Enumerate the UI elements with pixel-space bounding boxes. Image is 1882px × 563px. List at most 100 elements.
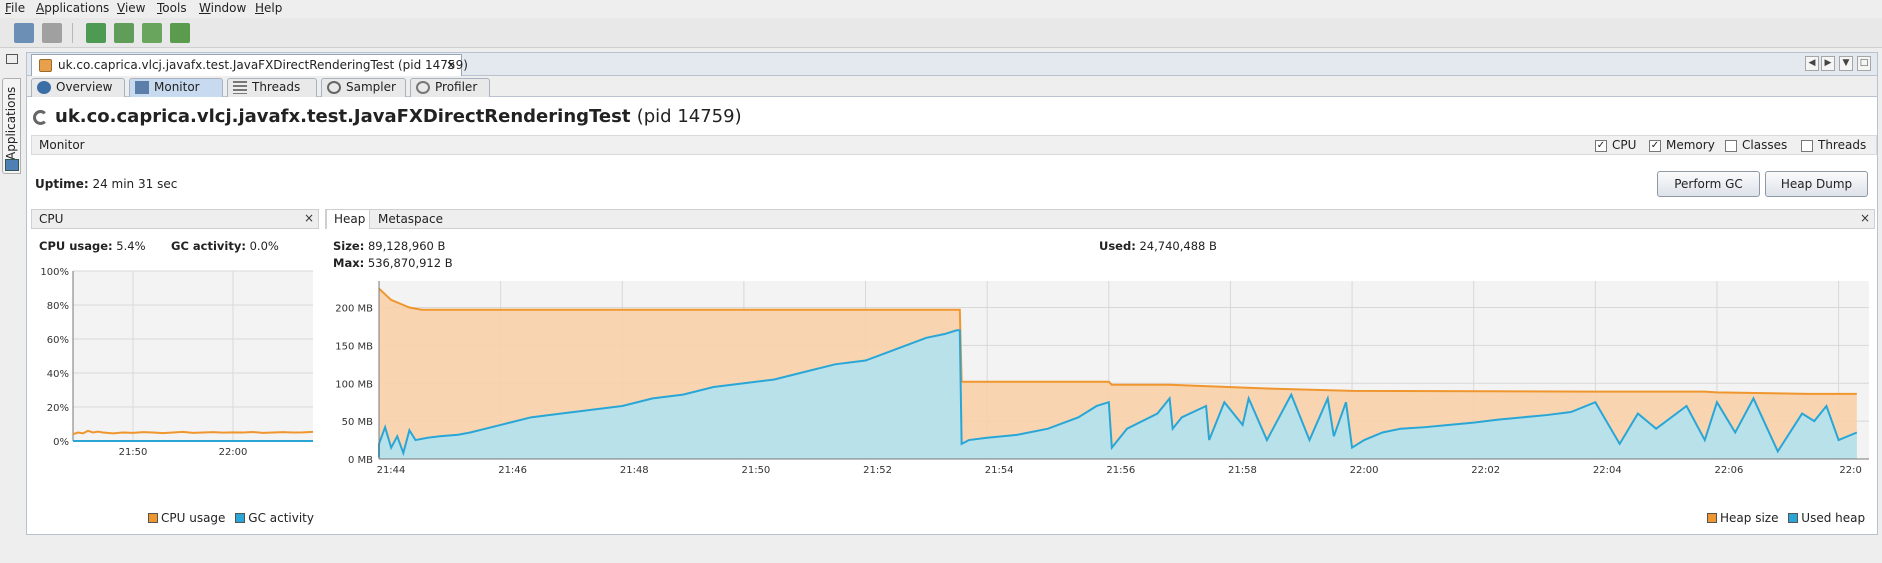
menu-tools[interactable]: Tools <box>157 1 187 15</box>
heap-x-tick-label: 21:52 <box>863 465 892 476</box>
toolbar-separator <box>72 23 73 43</box>
monitor-icon <box>135 81 149 94</box>
document-tab-label: uk.co.caprica.vlcj.javafx.test.JavaFXDir… <box>58 58 468 72</box>
heap-size-stat: Size: 89,128,960 B <box>333 239 445 253</box>
heap-y-tick-label: 50 MB <box>342 417 374 428</box>
uptime: Uptime: 24 min 31 sec <box>35 177 177 191</box>
heap-panel-header: Heap Metaspace × <box>325 209 1875 229</box>
heap-x-tick-label: 21:44 <box>377 465 406 476</box>
tab-heap-label: Heap <box>334 212 366 226</box>
document-tab[interactable]: uk.co.caprica.vlcj.javafx.test.JavaFXDir… <box>31 54 468 76</box>
gc-activity-value: 0.0% <box>249 239 279 253</box>
cpu-y-tick-label: 20% <box>47 403 69 414</box>
heap-legend: Heap size Used heap <box>1707 511 1865 525</box>
memory-checkbox[interactable]: ✓ <box>1649 140 1661 152</box>
menu-bar: File Applications View Tools Window Help <box>0 0 1882 18</box>
cpu-usage-stat: CPU usage: 5.4% <box>39 239 146 253</box>
heap-x-tick-label: 21:48 <box>620 465 649 476</box>
add-vm-coredump-icon[interactable] <box>142 23 162 43</box>
document-tab-close-icon[interactable]: × <box>446 58 456 72</box>
applications-side-label: Applications <box>4 86 18 160</box>
menu-help[interactable]: Help <box>255 1 282 15</box>
memory-checkbox-label: Memory <box>1666 138 1715 152</box>
threads-checkbox[interactable] <box>1801 140 1813 152</box>
add-remote-host-icon[interactable] <box>114 23 134 43</box>
loading-spinner-icon <box>33 110 48 125</box>
maximize-window-icon[interactable]: □ <box>1857 56 1871 71</box>
restore-window-icon[interactable] <box>6 54 18 64</box>
classes-checkbox[interactable] <box>1725 140 1737 152</box>
cpu-usage-label: CPU usage: <box>39 239 113 253</box>
scroll-right-icon[interactable]: ▶ <box>1821 56 1835 71</box>
heap-dump-button[interactable]: Heap Dump <box>1765 171 1868 197</box>
load-snapshot-icon[interactable] <box>14 23 34 43</box>
cpu-y-tick-label: 60% <box>47 335 69 346</box>
heap-max-stat: Max: 536,870,912 B <box>333 256 453 270</box>
uptime-value: 24 min 31 sec <box>92 177 178 191</box>
menu-applications[interactable]: Applications <box>36 1 109 15</box>
menu-view[interactable]: View <box>117 1 145 15</box>
info-icon <box>37 81 51 94</box>
tab-overview[interactable]: Overview <box>31 78 125 97</box>
heap-x-tick-label: 22:02 <box>1471 465 1500 476</box>
cpu-checkbox-label: CPU <box>1612 138 1637 152</box>
tab-sampler[interactable]: Sampler <box>321 78 406 97</box>
menu-file[interactable]: File <box>5 1 25 15</box>
document-list-icon[interactable]: ▼ <box>1839 56 1853 71</box>
heap-x-tick-label: 21:56 <box>1106 465 1135 476</box>
heap-used-value: 24,740,488 B <box>1139 239 1217 253</box>
add-jfr-snapshot-icon[interactable] <box>170 23 190 43</box>
java-app-icon <box>39 59 52 72</box>
sampler-icon <box>327 81 341 94</box>
tab-threads-label: Threads <box>252 80 301 94</box>
scroll-left-icon[interactable]: ◀ <box>1805 56 1819 71</box>
heap-panel-close-icon[interactable]: × <box>1860 211 1870 225</box>
tab-metaspace[interactable]: Metaspace <box>378 212 443 226</box>
heap-x-tick-label: 22:06 <box>1715 465 1744 476</box>
heap-x-tick-label: 21:58 <box>1228 465 1257 476</box>
cpu-legend: CPU usage GC activity <box>148 511 314 525</box>
cpu-usage-legend-label: CPU usage <box>161 511 226 525</box>
profiler-icon <box>416 81 430 94</box>
heap-chart: 0 MB 50 MB 100 MB 150 MB 200 MB 21:44 21:46 21:… <box>335 281 1869 476</box>
used-heap-legend-label: Used heap <box>1801 511 1866 525</box>
tab-monitor-label: Monitor <box>154 80 200 94</box>
used-heap-legend-swatch <box>1788 513 1799 523</box>
cpu-x-tick-label: 22:00 <box>219 447 248 458</box>
gc-activity-stat: GC activity: 0.0% <box>171 239 279 253</box>
threads-icon <box>233 81 247 94</box>
perform-gc-button[interactable]: Perform GC <box>1657 171 1760 197</box>
menu-window[interactable]: Window <box>199 1 246 15</box>
cpu-panel-close-icon[interactable]: × <box>304 211 314 225</box>
tab-profiler[interactable]: Profiler <box>410 78 490 97</box>
gc-activity-legend-swatch <box>235 513 246 523</box>
add-jmx-connection-icon[interactable] <box>86 23 106 43</box>
heap-max-label: Max: <box>333 256 365 270</box>
cpu-panel-title: CPU <box>39 212 64 226</box>
cpu-plot-area <box>73 271 313 441</box>
heap-x-tick-label: 21:54 <box>985 465 1014 476</box>
tab-threads[interactable]: Threads <box>227 78 317 97</box>
cpu-usage-legend-swatch <box>148 513 158 523</box>
main-panel: uk.co.caprica.vlcj.javafx.test.JavaFXDir… <box>26 52 1878 535</box>
tab-monitor[interactable]: Monitor <box>129 78 223 97</box>
cpu-y-tick-label: 0% <box>53 437 69 448</box>
cpu-y-tick-label: 80% <box>47 301 69 312</box>
classes-checkbox-label: Classes <box>1742 138 1788 152</box>
heap-size-label: Size: <box>333 239 365 253</box>
heap-size-legend-label: Heap size <box>1720 511 1779 525</box>
tab-sampler-label: Sampler <box>346 80 396 94</box>
heap-x-tick-label: 22:04 <box>1593 465 1622 476</box>
tab-heap[interactable]: Heap <box>326 209 370 229</box>
gc-activity-legend-label: GC activity <box>248 511 314 525</box>
gc-activity-label: GC activity: <box>171 239 246 253</box>
save-snapshot-icon[interactable] <box>42 23 62 43</box>
document-tab-bar: uk.co.caprica.vlcj.javafx.test.JavaFXDir… <box>27 53 1877 76</box>
heap-y-tick-label: 200 MB <box>335 304 373 315</box>
heap-max-value: 536,870,912 B <box>367 256 453 270</box>
cpu-y-tick-label: 100% <box>40 267 69 278</box>
monitor-header-bar: Monitor ✓ CPU ✓ Memory Classes Threads <box>31 135 1877 155</box>
cpu-panel-header: CPU × <box>31 209 319 229</box>
page-title: uk.co.caprica.vlcj.javafx.test.JavaFXDir… <box>55 106 742 127</box>
cpu-checkbox[interactable]: ✓ <box>1595 140 1607 152</box>
